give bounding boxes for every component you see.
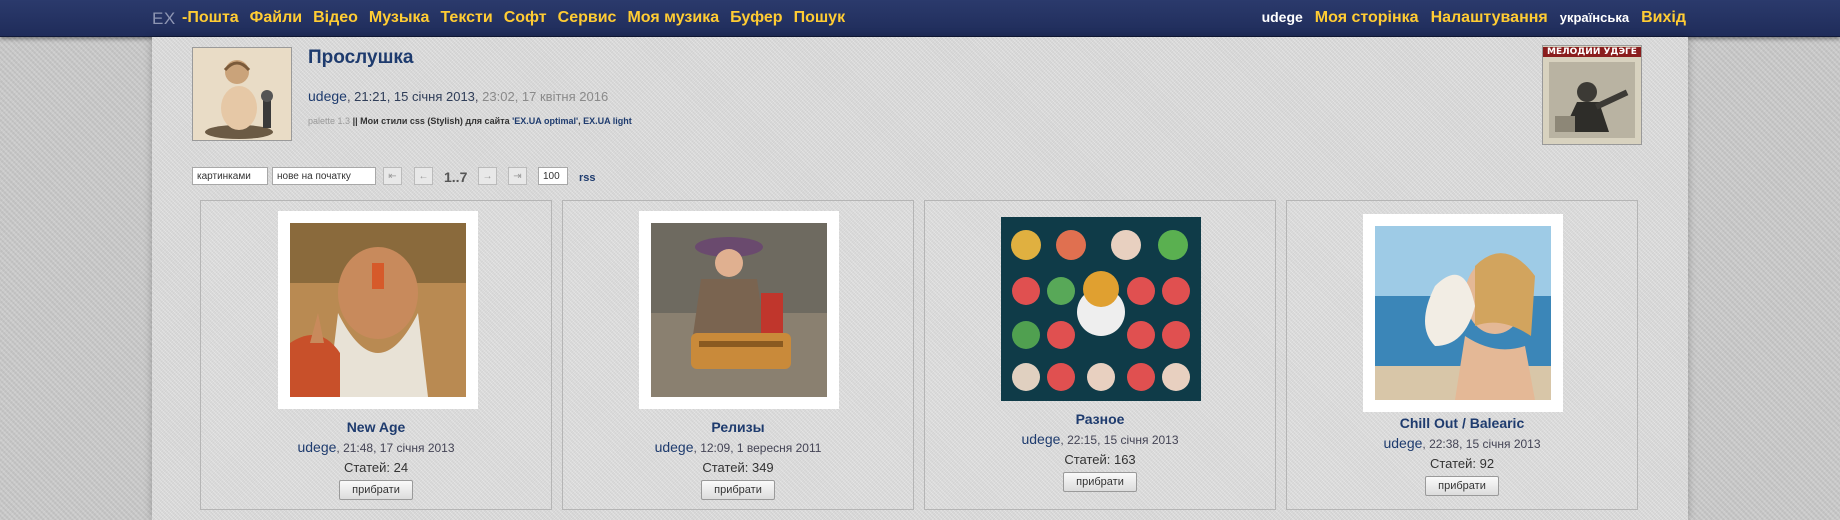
- card-title[interactable]: Chill Out / Balearic: [1287, 415, 1637, 431]
- remove-button[interactable]: прибрати: [1063, 472, 1137, 492]
- category-card-new-age: New Age udege, 21:48, 17 січня 2013 Стат…: [200, 200, 552, 510]
- card-image: [1375, 226, 1551, 400]
- logo-text: EX: [152, 9, 176, 28]
- created-date: 21:21, 15 січня 2013: [354, 89, 475, 104]
- card-article-count: Статей: 24: [343, 460, 409, 475]
- nav-link-settings[interactable]: Налаштування: [1431, 9, 1548, 26]
- nav-link-music[interactable]: Музыка: [369, 9, 430, 26]
- next-page-icon: →: [482, 170, 493, 182]
- card-article-count: Статей: 163: [1064, 452, 1136, 467]
- card-title-text: Релизы: [711, 419, 765, 435]
- nav-link-search[interactable]: Пошук: [794, 9, 846, 26]
- nav-link-texts[interactable]: Тексти: [440, 9, 492, 26]
- card-meta: udege, 12:09, 1 вересня 2011: [654, 439, 822, 455]
- first-page-icon: ⇤: [388, 170, 397, 182]
- cover-art: [1543, 46, 1641, 144]
- channel-avatar[interactable]: [192, 47, 292, 141]
- view-mode-select[interactable]: [192, 167, 268, 185]
- card-title-text: Разное: [1075, 411, 1125, 427]
- main-menu: -Пошта Файли Відео Музыка Тексти Софт Се…: [182, 9, 845, 27]
- card-title-text: Chill Out / Balearic: [1399, 415, 1525, 431]
- card-author[interactable]: udege: [655, 439, 694, 455]
- top-navigation-bar: EX -Пошта Файли Відео Музыка Тексти Софт…: [0, 0, 1840, 37]
- card-date: 12:09, 1 вересня 2011: [700, 441, 822, 455]
- last-page-icon: ⇥: [513, 170, 522, 182]
- card-meta: udege, 22:15, 15 січня 2013: [1021, 431, 1179, 447]
- card-meta: udege, 22:38, 15 січня 2013: [1383, 435, 1541, 451]
- channel-description: palette 1.3 || Мои стили css (Stylish) д…: [308, 116, 632, 126]
- card-article-count: Статей: 349: [702, 460, 774, 475]
- card-author[interactable]: udege: [297, 439, 336, 455]
- card-thumbnail[interactable]: [1363, 214, 1563, 412]
- site-logo[interactable]: EX: [152, 9, 176, 29]
- category-card-misc: Разное udege, 22:15, 15 січня 2013 Стате…: [924, 200, 1276, 510]
- card-title[interactable]: Разное: [925, 411, 1275, 427]
- desc-separator: ||: [352, 116, 358, 126]
- desc-text: Мои стили css (Stylish) для сайта: [360, 116, 510, 126]
- first-page-button[interactable]: ⇤: [383, 167, 402, 185]
- last-page-button[interactable]: ⇥: [508, 167, 527, 185]
- cover-caption: МЕЛОДИИ УДЭГЕ: [1543, 47, 1641, 57]
- nav-link-service[interactable]: Сервис: [558, 9, 617, 26]
- card-title[interactable]: New Age: [201, 419, 551, 435]
- nav-link-video[interactable]: Відео: [313, 9, 358, 26]
- avatar-image: [193, 48, 291, 140]
- card-article-count: Статей: 92: [1429, 456, 1495, 471]
- per-page-input[interactable]: [538, 167, 568, 185]
- rss-link[interactable]: rss: [579, 172, 596, 184]
- card-date: 22:38, 15 січня 2013: [1429, 437, 1541, 451]
- card-date: 22:15, 15 січня 2013: [1067, 433, 1179, 447]
- link-exua-light[interactable]: EX.UA light: [583, 116, 632, 126]
- card-thumbnail[interactable]: [278, 211, 478, 409]
- remove-button[interactable]: прибрати: [1425, 476, 1499, 496]
- nav-link-buffer[interactable]: Буфер: [730, 9, 782, 26]
- prev-page-button[interactable]: ←: [414, 167, 433, 185]
- card-date: 21:48, 17 січня 2013: [343, 441, 455, 455]
- card-image: [290, 223, 466, 397]
- remove-button[interactable]: прибрати: [339, 480, 413, 500]
- card-author[interactable]: udege: [1021, 431, 1060, 447]
- card-title-text: New Age: [346, 419, 406, 435]
- nav-link-logout[interactable]: Вихід: [1641, 9, 1686, 26]
- card-meta: udege, 21:48, 17 січня 2013: [297, 439, 455, 455]
- user-menu: udege Моя сторінка Налаштування українсь…: [1262, 9, 1686, 27]
- nav-link-software[interactable]: Софт: [504, 9, 547, 26]
- link-exua-optimal[interactable]: 'EX.UA optimal': [512, 116, 578, 126]
- card-image: [651, 223, 827, 397]
- card-title[interactable]: Релизы: [563, 419, 913, 435]
- nav-link-files[interactable]: Файли: [250, 9, 302, 26]
- nav-link-my-music[interactable]: Моя музика: [627, 9, 719, 26]
- channel-meta: udege, 21:21, 15 січня 2013, 23:02, 17 к…: [308, 88, 609, 104]
- content-panel: Прослушка udege, 21:21, 15 січня 2013, 2…: [152, 37, 1688, 520]
- remove-button[interactable]: прибрати: [701, 480, 775, 500]
- card-image: [1001, 217, 1201, 401]
- palette-label: palette 1.3: [308, 116, 351, 126]
- prev-page-icon: ←: [418, 170, 429, 182]
- language-switch[interactable]: українська: [1560, 10, 1629, 25]
- updated-date: 23:02, 17 квітня 2016: [482, 89, 609, 104]
- desc-comma: ,: [578, 116, 581, 126]
- card-author[interactable]: udege: [1383, 435, 1422, 451]
- sort-order-select[interactable]: [272, 167, 376, 185]
- nav-link-mail[interactable]: -Пошта: [182, 9, 239, 26]
- page-range: 1..7: [444, 169, 468, 185]
- category-card-chill-out: Chill Out / Balearic udege, 22:38, 15 сі…: [1286, 200, 1638, 510]
- page-title: Прослушка: [308, 47, 414, 68]
- category-card-releases: Релизы udege, 12:09, 1 вересня 2011 Стат…: [562, 200, 914, 510]
- channel-cover-image[interactable]: МЕЛОДИИ УДЭГЕ: [1542, 45, 1642, 145]
- nav-link-my-page[interactable]: Моя сторінка: [1315, 9, 1419, 26]
- card-thumbnail[interactable]: [1001, 217, 1201, 401]
- author-link[interactable]: udege: [308, 88, 347, 104]
- next-page-button[interactable]: →: [478, 167, 497, 185]
- nav-username[interactable]: udege: [1262, 9, 1303, 25]
- card-thumbnail[interactable]: [639, 211, 839, 409]
